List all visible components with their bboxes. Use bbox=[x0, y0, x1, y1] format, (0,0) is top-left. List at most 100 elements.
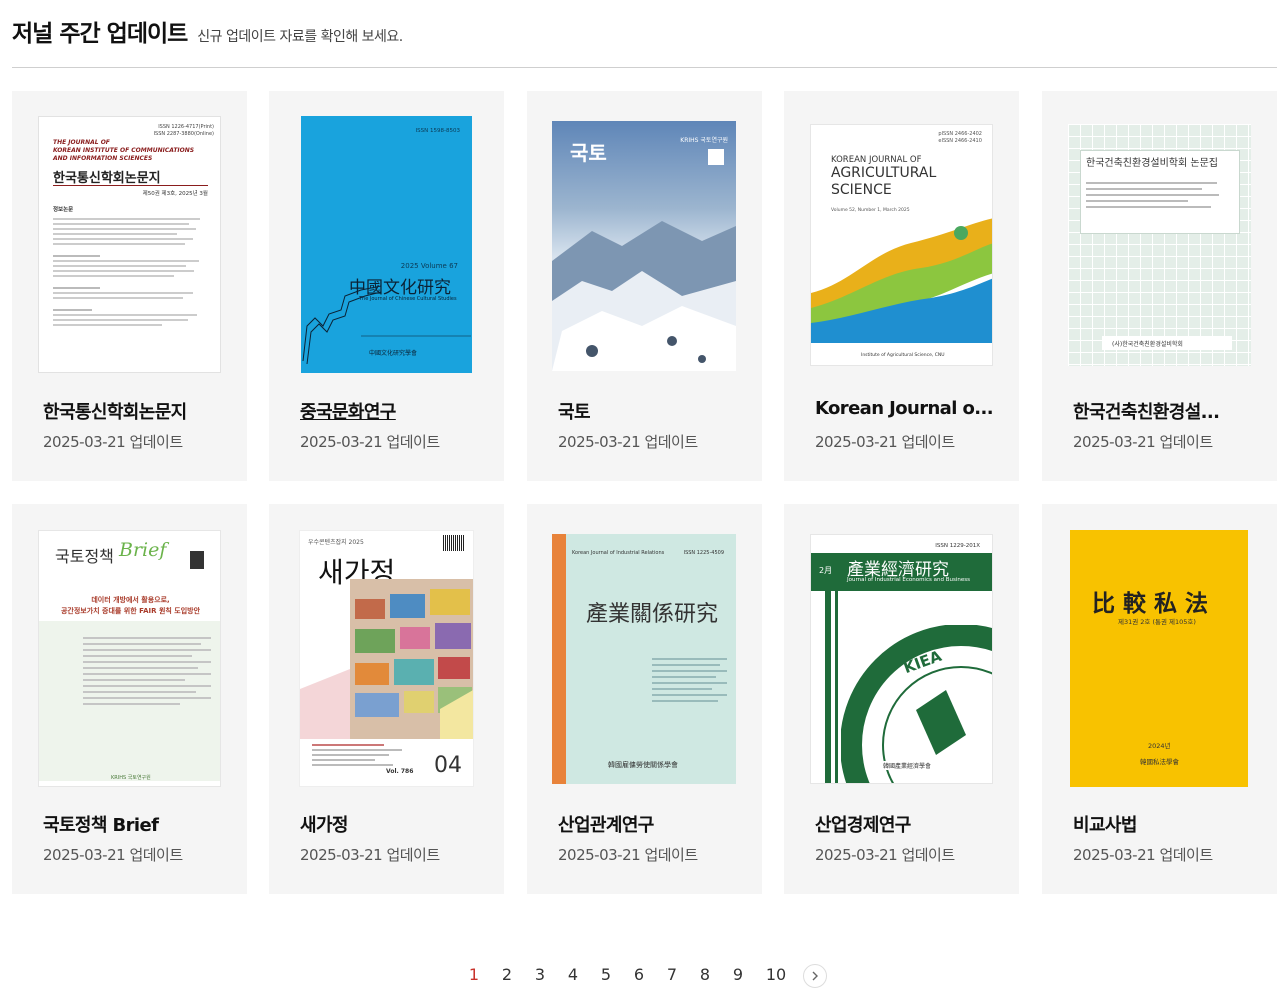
cover-title: 한국통신학회논문지 bbox=[53, 171, 161, 186]
journal-card[interactable]: ISSN 1226-4717(Print) ISSN 2287-3880(Onl… bbox=[12, 91, 247, 481]
cover-title: 產業關係研究 bbox=[586, 602, 719, 627]
page-link-2[interactable]: 2 bbox=[496, 965, 518, 984]
journal-title[interactable]: 산업경제연구 bbox=[815, 811, 1005, 837]
barcode-icon bbox=[443, 535, 465, 551]
journal-cover[interactable]: 국토 KRIHS 국토연구원 bbox=[527, 91, 762, 389]
journal-cover[interactable]: ISSN 1598-8503 2025 Volume 67 中國文化研究 The… bbox=[269, 91, 504, 389]
journal-card[interactable]: 한국건축친환경설비학회 논문집 (사)한국건축친환경설비학회 한국건축친환경설.… bbox=[1042, 91, 1277, 481]
journal-cover[interactable]: pISSN 2466-2402 eISSN 2466-2410 KOREAN J… bbox=[784, 91, 1019, 389]
cover-en-title: Korean Journal of Industrial Relations bbox=[572, 550, 665, 556]
cover-publisher: 韓國雇傭勞使關係學會 bbox=[608, 761, 678, 769]
journal-update-date: 2025-03-21 업데이트 bbox=[300, 846, 440, 864]
cover-title: 한국건축친환경설비학회 논문집 bbox=[1086, 158, 1218, 169]
snow-mountain-illustration bbox=[552, 221, 736, 371]
cover-title: 국토 bbox=[570, 141, 607, 165]
journal-title[interactable]: 한국통신학회논문지 bbox=[43, 398, 233, 424]
journal-title[interactable]: Korean Journal o... bbox=[815, 398, 1005, 419]
page-title: 저널 주간 업데이트 bbox=[12, 21, 188, 47]
journal-update-date: 2025-03-21 업데이트 bbox=[558, 433, 698, 451]
cover-headline: 데이터 개방에서 활용으로, 공간정보가치 증대를 위한 FAIR 원칙 도입방… bbox=[60, 596, 201, 615]
page-link-4[interactable]: 4 bbox=[562, 965, 584, 984]
cover-top: 우수콘텐츠잡지 2025 bbox=[308, 539, 364, 546]
journal-card[interactable]: ISSN 1598-8503 2025 Volume 67 中國文化研究 The… bbox=[269, 91, 504, 481]
cover-image: 한국건축친환경설비학회 논문집 (사)한국건축친환경설비학회 bbox=[1068, 124, 1251, 366]
journal-title[interactable]: 국토정책 Brief bbox=[43, 811, 233, 837]
cover-issn: ISSN 1225-4509 bbox=[683, 550, 724, 556]
cover-publisher: KRIHS 국토연구원 bbox=[111, 775, 151, 781]
header-divider bbox=[12, 67, 1277, 68]
journal-cover[interactable]: 국토정책 Brief 데이터 개방에서 활용으로, 공간정보가치 증대를 위한 … bbox=[12, 504, 247, 802]
journal-cover[interactable]: 우수콘텐츠잡지 2025 새가정 Vol. 786 04 bbox=[269, 504, 504, 802]
pagination: 1 2 3 4 5 6 7 8 9 10 bbox=[0, 963, 1280, 991]
chevron-right-icon bbox=[812, 971, 818, 981]
journal-card[interactable]: pISSN 2466-2402 eISSN 2466-2410 KOREAN J… bbox=[784, 91, 1019, 481]
cover-toc-lines bbox=[1086, 178, 1231, 212]
page-link-1[interactable]: 1 bbox=[463, 965, 485, 984]
cover-title-en: Brief bbox=[119, 539, 167, 561]
page-subtitle: 신규 업데이트 자료를 확인해 보세요. bbox=[197, 29, 403, 45]
journal-update-date: 2025-03-21 업데이트 bbox=[43, 433, 183, 451]
cover-vol: Vol. 786 bbox=[386, 768, 414, 775]
page-link-8[interactable]: 8 bbox=[694, 965, 716, 984]
cover-title-line1: KOREAN JOURNAL OF bbox=[831, 155, 922, 165]
cover-issue: 제31권 2호 (통권 제105호) bbox=[1118, 618, 1196, 626]
journal-update-date: 2025-03-21 업데이트 bbox=[1073, 846, 1213, 864]
cover-badge: KRIHS 국토연구원 bbox=[680, 137, 728, 144]
journal-cover[interactable]: 比 較 私 法 제31권 2호 (통권 제105호) 2024년 韓國私法學會 bbox=[1042, 504, 1277, 802]
section-header: 저널 주간 업데이트 신규 업데이트 자료를 확인해 보세요. bbox=[12, 14, 403, 50]
journal-cover[interactable]: ISSN 1229-201X 2月 產業經濟研究 Journal of Indu… bbox=[784, 504, 1019, 802]
cover-publisher: 韓國產業經濟學會 bbox=[883, 761, 932, 770]
cover-stripe bbox=[825, 591, 831, 783]
cover-issn: ISSN 1598-8503 bbox=[415, 128, 460, 134]
journal-cover[interactable]: 한국건축친환경설비학회 논문집 (사)한국건축친환경설비학회 bbox=[1042, 91, 1277, 389]
cover-image: pISSN 2466-2402 eISSN 2466-2410 KOREAN J… bbox=[810, 124, 993, 366]
journal-title[interactable]: 새가정 bbox=[300, 811, 490, 837]
journal-title[interactable]: 한국건축친환경설... bbox=[1073, 398, 1263, 424]
journal-cover[interactable]: Korean Journal of Industrial Relations I… bbox=[527, 504, 762, 802]
cover-publisher: (사)한국건축친환경설비학회 bbox=[1112, 341, 1183, 348]
qr-code-icon bbox=[708, 149, 724, 165]
cover-subtitle: Journal of Industrial Economics and Busi… bbox=[847, 577, 970, 583]
journal-update-date: 2025-03-21 업데이트 bbox=[43, 846, 183, 864]
cover-issue: 제50권 제3호, 2025년 3월 bbox=[142, 191, 208, 197]
cover-image: Korean Journal of Industrial Relations I… bbox=[552, 534, 736, 784]
page-link-3[interactable]: 3 bbox=[529, 965, 551, 984]
cover-title-ko: 국토정책 bbox=[55, 547, 114, 566]
journal-card[interactable]: 국토정책 Brief 데이터 개방에서 활용으로, 공간정보가치 증대를 위한 … bbox=[12, 504, 247, 894]
cover-institute: Institute of Agricultural Science, CNU bbox=[861, 353, 945, 358]
cover-toc-lines bbox=[312, 741, 402, 769]
journal-title[interactable]: 국토 bbox=[558, 398, 748, 424]
cover-image: 우수콘텐츠잡지 2025 새가정 Vol. 786 04 bbox=[299, 530, 474, 787]
journal-card[interactable]: 比 較 私 法 제31권 2호 (통권 제105호) 2024년 韓國私法學會 … bbox=[1042, 504, 1277, 894]
cover-image: 국토정책 Brief 데이터 개방에서 활용으로, 공간정보가치 증대를 위한 … bbox=[38, 530, 221, 787]
page-link-10[interactable]: 10 bbox=[762, 965, 790, 984]
journal-card[interactable]: Korean Journal of Industrial Relations I… bbox=[527, 504, 762, 894]
cover-side-stripe bbox=[552, 534, 566, 784]
page-link-5[interactable]: 5 bbox=[595, 965, 617, 984]
next-page-button[interactable] bbox=[803, 964, 827, 988]
cover-image: 比 較 私 法 제31권 2호 (통권 제105호) 2024년 韓國私法學會 bbox=[1070, 530, 1248, 787]
cover-month: 2月 bbox=[819, 566, 833, 575]
journal-title[interactable]: 산업관계연구 bbox=[558, 811, 748, 837]
journal-cover[interactable]: ISSN 1226-4717(Print) ISSN 2287-3880(Onl… bbox=[12, 91, 247, 389]
cover-publisher: 中國文化研究學會 bbox=[369, 350, 418, 357]
journal-update-date: 2025-03-21 업데이트 bbox=[815, 433, 955, 451]
journal-update-date: 2025-03-21 업데이트 bbox=[1073, 433, 1213, 451]
journal-title[interactable]: 중국문화연구 bbox=[300, 398, 490, 424]
journal-update-date: 2025-03-21 업데이트 bbox=[815, 846, 955, 864]
cover-toc-lines bbox=[652, 654, 727, 706]
page-link-9[interactable]: 9 bbox=[727, 965, 749, 984]
journal-card[interactable]: 우수콘텐츠잡지 2025 새가정 Vol. 786 04 새가정 2025-03… bbox=[269, 504, 504, 894]
cover-stripe bbox=[835, 591, 838, 783]
cover-month: 04 bbox=[434, 753, 462, 778]
journal-card[interactable]: ISSN 1229-201X 2月 產業經濟研究 Journal of Indu… bbox=[784, 504, 1019, 894]
cover-year: 2024년 bbox=[1148, 742, 1171, 750]
cover-title: 比 較 私 法 bbox=[1092, 590, 1209, 617]
page-link-6[interactable]: 6 bbox=[628, 965, 650, 984]
cover-rule bbox=[53, 185, 208, 186]
journal-card[interactable]: 국토 KRIHS 국토연구원 국토 2025-03-21 업데이트 bbox=[527, 91, 762, 481]
cover-body bbox=[39, 621, 220, 781]
journal-title[interactable]: 비교사법 bbox=[1073, 811, 1263, 837]
cover-image: ISSN 1229-201X 2月 產業經濟研究 Journal of Indu… bbox=[810, 534, 993, 784]
page-link-7[interactable]: 7 bbox=[661, 965, 683, 984]
